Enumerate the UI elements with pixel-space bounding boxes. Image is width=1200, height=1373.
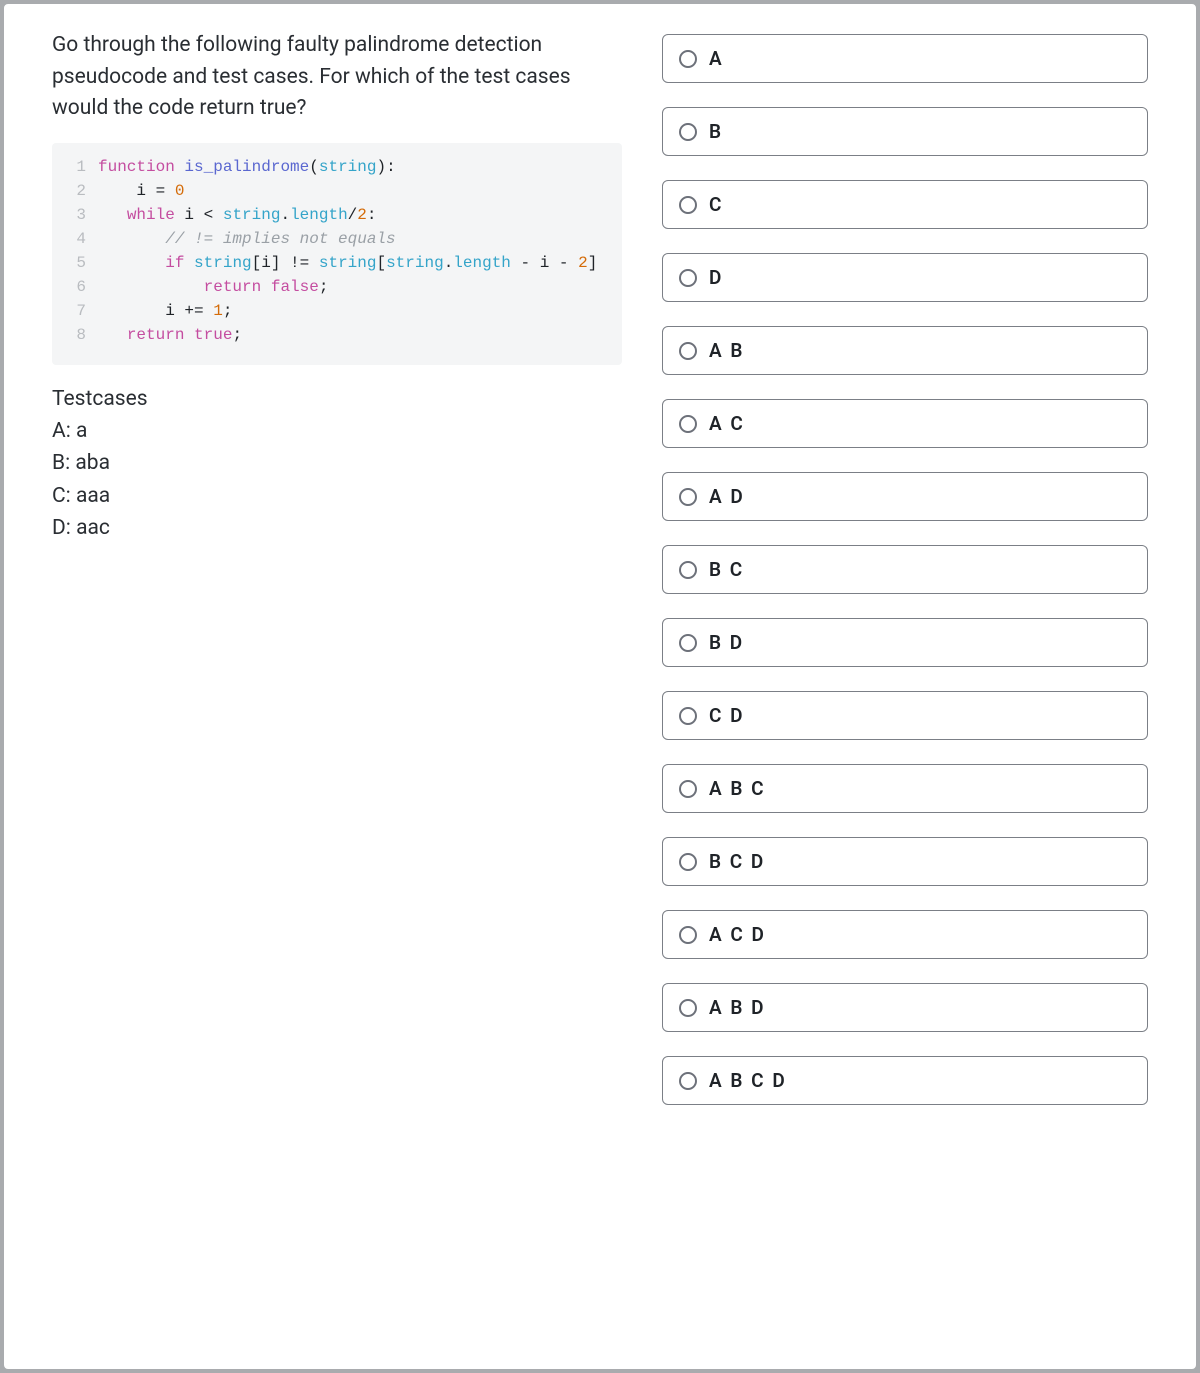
question-text: Go through the following faulty palindro… [52,30,622,125]
answer-option-label: A C D [709,923,766,946]
answer-option[interactable]: B D [662,618,1148,667]
answer-option-label: B D [709,631,744,654]
radio-icon [679,707,697,725]
testcases-list: A: aB: abaC: aaaD: aac [52,415,622,545]
line-number: 8 [68,323,86,347]
line-number: 3 [68,203,86,227]
testcases-header: Testcases [52,387,622,411]
radio-icon [679,561,697,579]
answer-option[interactable]: A B [662,326,1148,375]
code-content: // != implies not equals [98,230,396,248]
testcase-item: B: aba [52,447,622,480]
code-line: 1 function is_palindrome(string): [68,155,606,179]
radio-icon [679,1072,697,1090]
answer-option[interactable]: A [662,34,1148,83]
answer-option-label: B C D [709,850,765,873]
radio-icon [679,415,697,433]
code-content: i = 0 [98,182,184,200]
code-content: while i < string.length/2: [98,206,377,224]
line-number: 4 [68,227,86,251]
line-number: 6 [68,275,86,299]
radio-icon [679,269,697,287]
radio-icon [679,50,697,68]
answer-option[interactable]: A B C D [662,1056,1148,1105]
answer-option-label: A B C D [709,1069,787,1092]
code-line: 6 return false; [68,275,606,299]
answer-option[interactable]: A B C [662,764,1148,813]
code-content: function is_palindrome(string): [98,158,396,176]
line-number: 5 [68,251,86,275]
testcase-item: C: aaa [52,480,622,513]
radio-icon [679,926,697,944]
answer-option-label: A B D [709,996,766,1019]
answer-option-label: A D [709,485,745,508]
code-line: 2 i = 0 [68,179,606,203]
answer-option[interactable]: A C [662,399,1148,448]
code-content: i += 1; [98,302,232,320]
code-line: 8 return true; [68,323,606,347]
code-line: 3 while i < string.length/2: [68,203,606,227]
answer-option-label: C D [709,704,745,727]
code-content: return false; [98,278,328,296]
answer-option-label: A B C [709,777,766,800]
answer-option-label: B [709,120,723,143]
radio-icon [679,342,697,360]
testcase-item: D: aac [52,512,622,545]
line-number: 7 [68,299,86,323]
answer-option-label: A C [709,412,745,435]
answer-option[interactable]: A C D [662,910,1148,959]
question-card: Go through the following faulty palindro… [0,0,1200,1373]
answer-option-label: A [709,47,724,70]
answer-option-label: B C [709,558,744,581]
radio-icon [679,999,697,1017]
options-column: A B C D A B A C A D B C B D C D A B C B C D A C D A B… [662,30,1148,1105]
radio-icon [679,488,697,506]
code-line: 4 // != implies not equals [68,227,606,251]
answer-option-label: D [709,266,723,289]
answer-option[interactable]: B [662,107,1148,156]
answer-option[interactable]: A D [662,472,1148,521]
testcase-item: A: a [52,415,622,448]
radio-icon [679,853,697,871]
radio-icon [679,780,697,798]
answer-option[interactable]: C D [662,691,1148,740]
line-number: 2 [68,179,86,203]
left-column: Go through the following faulty palindro… [52,30,622,1105]
answer-option[interactable]: B C D [662,837,1148,886]
radio-icon [679,196,697,214]
code-content: return true; [98,326,242,344]
radio-icon [679,634,697,652]
radio-icon [679,123,697,141]
answer-option-label: C [709,193,723,216]
answer-option[interactable]: B C [662,545,1148,594]
answer-option[interactable]: D [662,253,1148,302]
line-number: 1 [68,155,86,179]
code-line: 7 i += 1; [68,299,606,323]
answer-option-label: A B [709,339,744,362]
answer-option[interactable]: A B D [662,983,1148,1032]
code-content: if string[i] != string[string.length - i… [98,254,597,272]
answer-option[interactable]: C [662,180,1148,229]
code-block: 1function is_palindrome(string):2 i = 03… [52,143,622,365]
columns: Go through the following faulty palindro… [52,30,1148,1105]
code-line: 5 if string[i] != string[string.length -… [68,251,606,275]
